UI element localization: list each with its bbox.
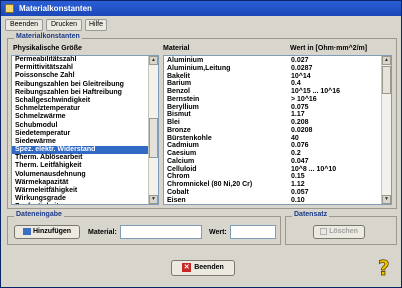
value-label: Wert: <box>209 229 227 236</box>
materialkonstanten-group: Materialkonstanten Physikalische Größe M… <box>7 33 397 209</box>
material-cell: Eisen <box>167 196 186 204</box>
scroll-thumb[interactable] <box>382 66 391 94</box>
physical-quantity-list[interactable]: Permeabilitätszahl Permittivitätszahl Pois… <box>11 55 159 205</box>
scroll-up-icon[interactable]: ▲ <box>382 56 391 65</box>
list-item[interactable]: Spez. elektr. Widerstand <box>12 146 158 155</box>
list-item[interactable]: Reibungszahlen bei Haftreibung <box>12 89 158 97</box>
main-window: Materialkonstanten Beenden Drucken Hilfe… <box>0 0 402 288</box>
list-item[interactable]: Zugfestigkeit <box>12 203 158 204</box>
datensatz-title: Datensatz <box>292 211 330 218</box>
scroll-up-icon[interactable]: ▲ <box>149 56 158 65</box>
left-list-scrollbar[interactable]: ▲ ▼ <box>148 56 158 204</box>
list-item[interactable]: Schmelztemperatur <box>12 105 158 113</box>
list-item[interactable]: Schallgeschwindigkeit <box>12 97 158 105</box>
scroll-down-icon[interactable]: ▼ <box>149 195 158 204</box>
list-item[interactable]: Wärmeleitfähigkeit <box>12 187 158 195</box>
delete-icon <box>320 227 328 235</box>
dateneingabe-title: Dateneingabe <box>14 211 64 218</box>
close-icon: ✕ <box>182 262 192 272</box>
list-item[interactable]: Therm. Ablösearbeit <box>12 154 158 162</box>
add-button[interactable]: Hinzufügen <box>14 225 80 239</box>
list-item[interactable]: Siedetemperatur <box>12 130 158 138</box>
list-item[interactable]: Siedewärme <box>12 138 158 146</box>
add-icon <box>22 227 31 235</box>
exit-button[interactable]: ✕ Beenden <box>171 260 235 276</box>
material-header: Material <box>163 45 190 52</box>
value-header: Wert in [Ohm·mm^2/m] <box>290 45 368 52</box>
menu-hilfe[interactable]: Hilfe <box>85 19 107 31</box>
right-table-scrollbar[interactable]: ▲ ▼ <box>381 56 391 204</box>
list-item[interactable]: Wärmekapazität <box>12 179 158 187</box>
datensatz-group: Datensatz Löschen <box>285 211 397 245</box>
title-bar[interactable]: Materialkonstanten <box>1 1 401 16</box>
table-row[interactable]: Eisen 0.10 <box>164 197 383 205</box>
menu-beenden[interactable]: Beenden <box>5 19 43 31</box>
material-input[interactable] <box>120 225 202 239</box>
menu-bar: Beenden Drucken Hilfe <box>1 18 401 31</box>
list-item[interactable]: Wirkungsgrade <box>12 195 158 203</box>
dateneingabe-group: Dateneingabe Hinzufügen Material: Wert: <box>7 211 281 245</box>
delete-button-label: Löschen <box>329 228 358 235</box>
scroll-down-icon[interactable]: ▼ <box>382 195 391 204</box>
list-item[interactable]: Permeabilitätszahl <box>12 56 158 64</box>
list-item[interactable]: Therm. Leitfähigkeit <box>12 162 158 170</box>
material-value-table[interactable]: Aluminium 0.027 Aluminium,Leitung 0.0287 Bak… <box>163 55 392 205</box>
scroll-thumb[interactable] <box>149 118 158 158</box>
value-input[interactable] <box>230 225 276 239</box>
list-item[interactable]: Schubmodul <box>12 122 158 130</box>
list-item[interactable]: Permittivitätszahl <box>12 64 158 72</box>
help-icon[interactable]: ? <box>375 255 397 281</box>
material-label: Material: <box>88 229 117 236</box>
physical-quantity-header: Physikalische Größe <box>13 45 82 52</box>
window-title: Materialkonstanten <box>19 4 92 13</box>
svg-text:?: ? <box>378 256 390 279</box>
list-item[interactable]: Reibungszahlen bei Gleitreibung <box>12 81 158 89</box>
add-button-label: Hinzufügen <box>32 228 72 235</box>
exit-button-label: Beenden <box>194 264 224 271</box>
value-cell: 0.10 <box>291 196 305 204</box>
delete-button[interactable]: Löschen <box>313 225 365 239</box>
list-item[interactable]: Volumenausdehnung <box>12 171 158 179</box>
list-item[interactable]: Schmelzwärme <box>12 113 158 121</box>
app-icon <box>5 4 14 13</box>
menu-drucken[interactable]: Drucken <box>46 19 82 31</box>
list-item[interactable]: Poissonsche Zahl <box>12 72 158 80</box>
group-title: Materialkonstanten <box>14 33 82 40</box>
